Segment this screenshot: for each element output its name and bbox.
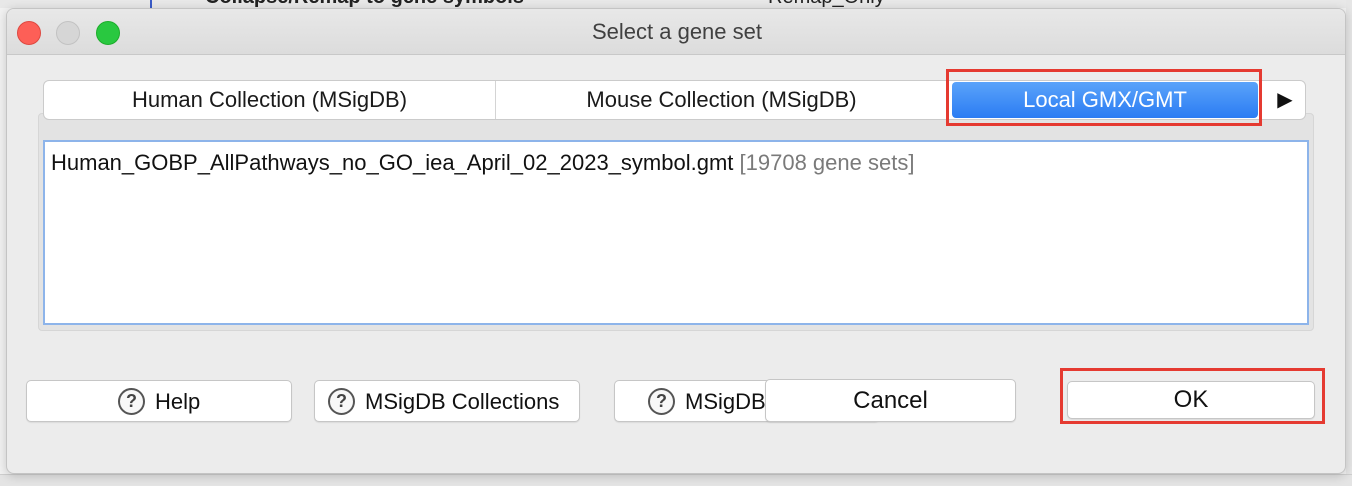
msigdb-collections-button-label: MSigDB Collections [365, 389, 560, 414]
gene-set-count: [19708 gene sets] [739, 150, 915, 175]
tab-human-collection[interactable]: Human Collection (MSigDB) [44, 81, 496, 119]
question-circle-icon: ? [328, 388, 355, 415]
dialog-title: Select a gene set [591, 19, 762, 44]
msigdb-button-label: MSigDB [685, 389, 766, 414]
gene-set-list[interactable]: Human_GOBP_AllPathways_no_GO_iea_April_0… [43, 140, 1309, 325]
right-triangle-icon[interactable]: ▶ [1270, 81, 1300, 119]
gene-set-dialog: Select a gene set Human Collection (MSig… [6, 8, 1346, 474]
background-header: Collapse/Remap to gene symbols Remap_Onl… [0, 0, 1352, 8]
help-button-label: Help [155, 389, 201, 414]
title-bar[interactable]: Select a gene set [7, 9, 1345, 55]
cancel-button[interactable]: Cancel [765, 379, 1016, 422]
ok-button-highlight [1060, 368, 1325, 424]
local-tab-highlight [946, 69, 1262, 126]
question-circle-icon: ? [648, 388, 675, 415]
msigdb-collections-button[interactable]: ? MSigDB Collections [314, 380, 580, 422]
background-edge [1346, 0, 1352, 486]
background-option-label: Collapse/Remap to gene symbols [205, 0, 524, 8]
list-item[interactable]: Human_GOBP_AllPathways_no_GO_iea_April_0… [51, 150, 914, 176]
tab-mouse-collection[interactable]: Mouse Collection (MSigDB) [496, 81, 948, 119]
help-button[interactable]: ? Help [26, 380, 292, 422]
gene-set-filename: Human_GOBP_AllPathways_no_GO_iea_April_0… [51, 150, 734, 175]
question-circle-icon: ? [118, 388, 145, 415]
background-footer [0, 474, 1352, 486]
background-value-label: Remap_Only [768, 0, 885, 8]
